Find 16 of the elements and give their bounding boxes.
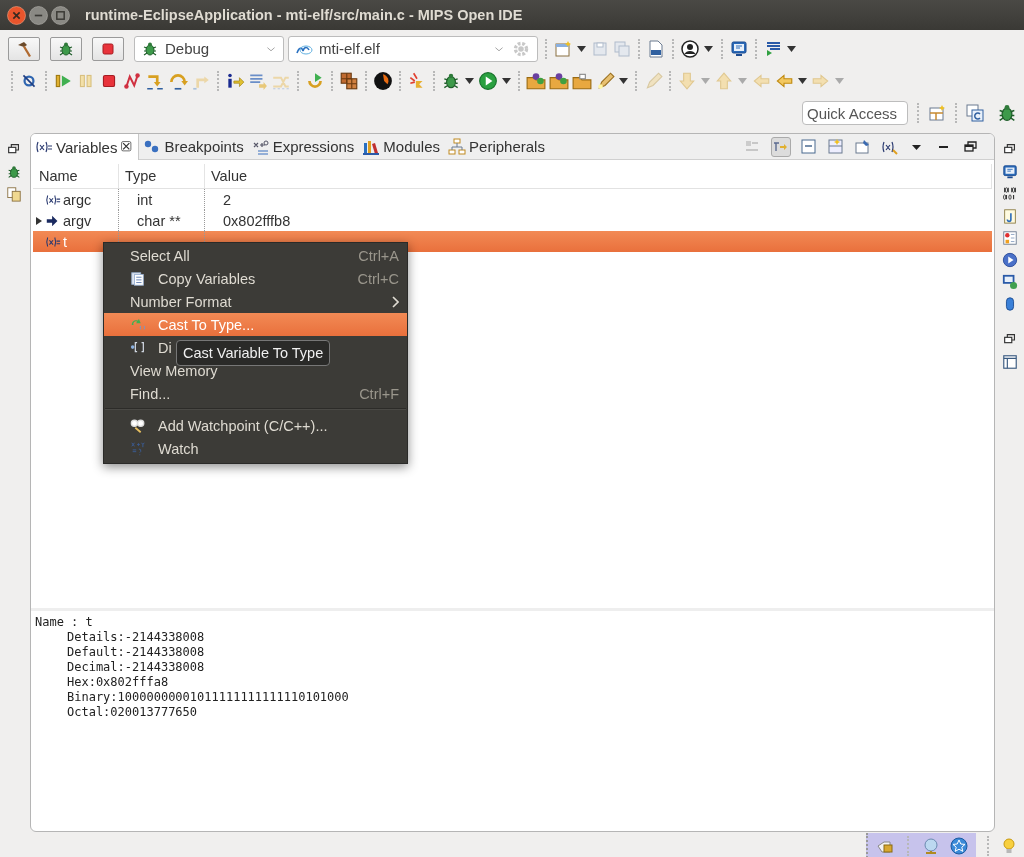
variable-name: argc — [63, 191, 92, 208]
variable-value: 0x802fffb8 — [223, 212, 291, 229]
detail-line: Binary:10000000001011111111111110101000 — [66, 690, 350, 705]
detail-line: Decimal:-2144338008 — [66, 660, 206, 675]
detail-line: Default:-2144338008 — [66, 645, 206, 660]
variable-name: argv — [63, 212, 92, 229]
variable-value: 2 — [223, 191, 232, 208]
variable-type: int — [137, 191, 153, 208]
variable-type: char ** — [137, 212, 181, 229]
detail-line: Name : t — [35, 615, 94, 630]
detail-line: Hex:0x802fffa8 — [66, 675, 170, 690]
detail-line: Octal:020013777650 — [66, 705, 199, 720]
variable-name: t — [63, 233, 68, 250]
tooltip: Cast Variable To Type — [176, 340, 331, 366]
window-title: runtime-EclipseApplication - mti-elf/src/main.c - MIPS Open IDE — [85, 7, 523, 23]
detail-line: Details:-2144338008 — [66, 630, 206, 645]
